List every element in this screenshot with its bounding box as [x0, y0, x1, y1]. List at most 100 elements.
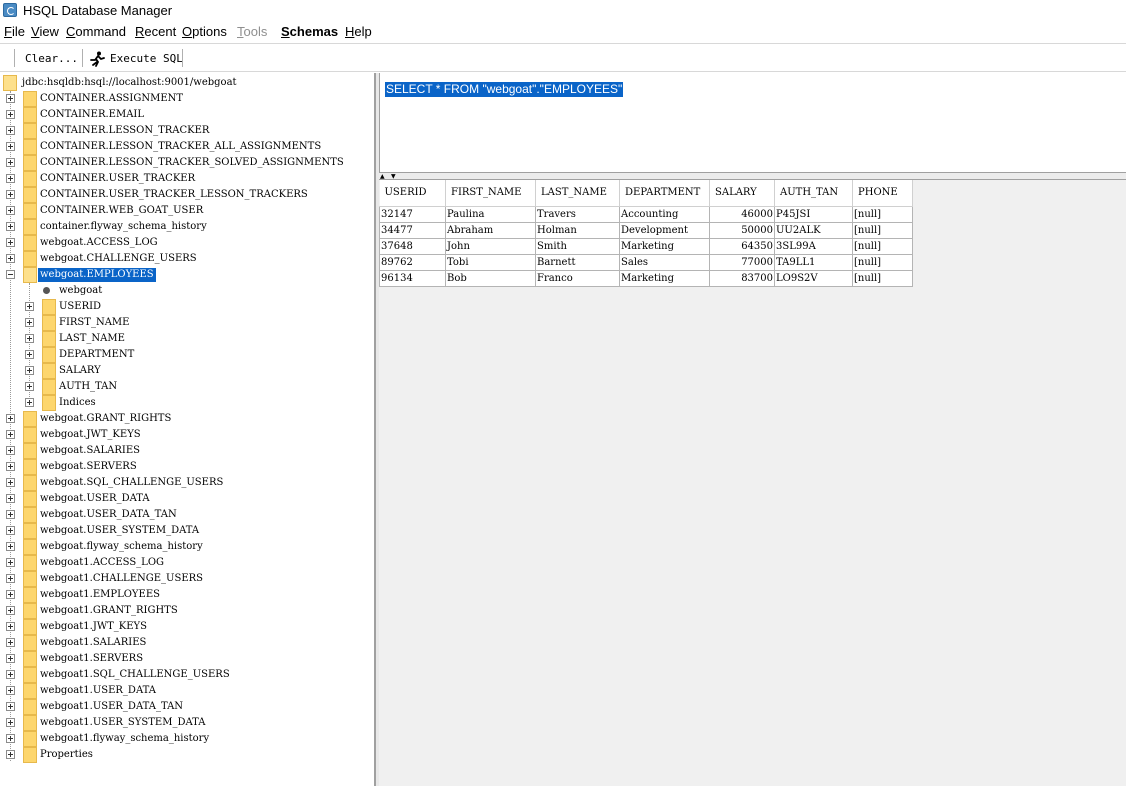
- tree-node[interactable]: webgoat1.USER_DATA: [0, 683, 370, 699]
- cell[interactable]: John: [445, 237, 536, 255]
- expand-icon[interactable]: [6, 558, 15, 567]
- clear-button[interactable]: Clear...: [25, 49, 78, 68]
- column-header[interactable]: USERID: [379, 180, 446, 207]
- cell[interactable]: [null]: [852, 253, 913, 271]
- column-header[interactable]: FIRST_NAME: [445, 180, 536, 207]
- tree-node-properties[interactable]: Properties: [0, 747, 370, 763]
- menu-help[interactable]: Help: [345, 24, 372, 39]
- tree-node[interactable]: CONTAINER.WEB_GOAT_USER: [0, 203, 370, 219]
- table-row[interactable]: 34477 Abraham Holman Development 50000 U…: [379, 221, 913, 239]
- tree-child-column[interactable]: SALARY: [0, 363, 370, 379]
- tree-node[interactable]: webgoat.USER_SYSTEM_DATA: [0, 523, 370, 539]
- column-header[interactable]: AUTH_TAN: [774, 180, 853, 207]
- menu-file[interactable]: File: [4, 24, 25, 39]
- expand-icon[interactable]: [6, 654, 15, 663]
- tree-node[interactable]: webgoat.JWT_KEYS: [0, 427, 370, 443]
- expand-icon[interactable]: [6, 526, 15, 535]
- tree-node[interactable]: CONTAINER.ASSIGNMENT: [0, 91, 370, 107]
- tree-node[interactable]: webgoat1.SERVERS: [0, 651, 370, 667]
- column-header[interactable]: PHONE: [852, 180, 913, 207]
- column-header[interactable]: SALARY: [709, 180, 775, 207]
- expand-icon[interactable]: [6, 510, 15, 519]
- tree-child-indices[interactable]: Indices: [0, 395, 370, 411]
- tree-node[interactable]: webgoat1.CHALLENGE_USERS: [0, 571, 370, 587]
- cell[interactable]: 77000: [709, 253, 775, 271]
- expand-icon[interactable]: [6, 606, 15, 615]
- cell[interactable]: 96134: [379, 269, 446, 287]
- expand-icon[interactable]: [6, 238, 15, 247]
- tree-node-selected[interactable]: webgoat.EMPLOYEES: [0, 267, 370, 283]
- expand-icon[interactable]: [6, 174, 15, 183]
- collapse-icon[interactable]: [6, 270, 15, 279]
- expand-icon[interactable]: [6, 446, 15, 455]
- cell[interactable]: 64350: [709, 237, 775, 255]
- tree-node[interactable]: webgoat1.GRANT_RIGHTS: [0, 603, 370, 619]
- expand-icon[interactable]: [6, 702, 15, 711]
- cell[interactable]: Abraham: [445, 221, 536, 239]
- expand-icon[interactable]: [6, 686, 15, 695]
- results-table[interactable]: USERID FIRST_NAME LAST_NAME DEPARTMENT S…: [379, 180, 913, 287]
- tree-node[interactable]: CONTAINER.USER_TRACKER: [0, 171, 370, 187]
- expand-icon[interactable]: [6, 718, 15, 727]
- expand-icon[interactable]: [25, 302, 34, 311]
- cell[interactable]: Bob: [445, 269, 536, 287]
- cell[interactable]: Smith: [535, 237, 620, 255]
- expand-icon[interactable]: [25, 318, 34, 327]
- expand-icon[interactable]: [6, 222, 15, 231]
- cell[interactable]: Accounting: [619, 205, 710, 223]
- tree-node[interactable]: webgoat.SQL_CHALLENGE_USERS: [0, 475, 370, 491]
- cell[interactable]: Development: [619, 221, 710, 239]
- tree-child-schema[interactable]: webgoat: [0, 283, 370, 299]
- expand-icon[interactable]: [6, 542, 15, 551]
- cell[interactable]: TA9LL1: [774, 253, 853, 271]
- cell[interactable]: 32147: [379, 205, 446, 223]
- expand-icon[interactable]: [25, 366, 34, 375]
- cell[interactable]: 34477: [379, 221, 446, 239]
- cell[interactable]: LO9S2V: [774, 269, 853, 287]
- tree-node[interactable]: webgoat.CHALLENGE_USERS: [0, 251, 370, 267]
- cell[interactable]: 37648: [379, 237, 446, 255]
- tree-node[interactable]: webgoat1.flyway_schema_history: [0, 731, 370, 747]
- tree-node[interactable]: webgoat1.EMPLOYEES: [0, 587, 370, 603]
- cell[interactable]: [null]: [852, 237, 913, 255]
- cell[interactable]: Tobi: [445, 253, 536, 271]
- column-header[interactable]: LAST_NAME: [535, 180, 620, 207]
- tree-node[interactable]: webgoat.flyway_schema_history: [0, 539, 370, 555]
- cell[interactable]: [null]: [852, 221, 913, 239]
- tree-node[interactable]: CONTAINER.LESSON_TRACKER_ALL_ASSIGNMENTS: [0, 139, 370, 155]
- expand-icon[interactable]: [25, 398, 34, 407]
- expand-icon[interactable]: [6, 622, 15, 631]
- tree-node[interactable]: webgoat.GRANT_RIGHTS: [0, 411, 370, 427]
- column-header[interactable]: DEPARTMENT: [619, 180, 710, 207]
- cell[interactable]: Holman: [535, 221, 620, 239]
- table-row[interactable]: 37648 John Smith Marketing 64350 3SL99A …: [379, 237, 913, 255]
- expand-icon[interactable]: [6, 206, 15, 215]
- table-row[interactable]: 89762 Tobi Barnett Sales 77000 TA9LL1 [n…: [379, 253, 913, 271]
- table-row[interactable]: 96134 Bob Franco Marketing 83700 LO9S2V …: [379, 269, 913, 287]
- menu-command[interactable]: Command: [66, 24, 126, 39]
- expand-icon[interactable]: [6, 478, 15, 487]
- expand-icon[interactable]: [6, 126, 15, 135]
- cell[interactable]: [null]: [852, 269, 913, 287]
- tree-node[interactable]: webgoat.SALARIES: [0, 443, 370, 459]
- cell[interactable]: 3SL99A: [774, 237, 853, 255]
- cell[interactable]: P45JSI: [774, 205, 853, 223]
- schema-tree[interactable]: jdbc:hsqldb:hsql://localhost:9001/webgoa…: [0, 73, 375, 786]
- collapse-down-icon[interactable]: ▼: [391, 173, 396, 180]
- tree-node[interactable]: CONTAINER.LESSON_TRACKER_SOLVED_ASSIGNME…: [0, 155, 370, 171]
- expand-icon[interactable]: [6, 110, 15, 119]
- cell[interactable]: Paulina: [445, 205, 536, 223]
- expand-icon[interactable]: [25, 382, 34, 391]
- expand-icon[interactable]: [6, 590, 15, 599]
- cell[interactable]: 46000: [709, 205, 775, 223]
- sql-editor[interactable]: SELECT * FROM "webgoat"."EMPLOYEES": [379, 73, 1126, 173]
- cell[interactable]: Marketing: [619, 269, 710, 287]
- tree-node[interactable]: CONTAINER.EMAIL: [0, 107, 370, 123]
- menu-recent[interactable]: Recent: [135, 24, 176, 39]
- tree-node[interactable]: webgoat1.USER_DATA_TAN: [0, 699, 370, 715]
- tree-node[interactable]: webgoat1.ACCESS_LOG: [0, 555, 370, 571]
- table-row[interactable]: 32147 Paulina Travers Accounting 46000 P…: [379, 205, 913, 223]
- tree-node[interactable]: container.flyway_schema_history: [0, 219, 370, 235]
- tree-child-column[interactable]: USERID: [0, 299, 370, 315]
- expand-icon[interactable]: [6, 142, 15, 151]
